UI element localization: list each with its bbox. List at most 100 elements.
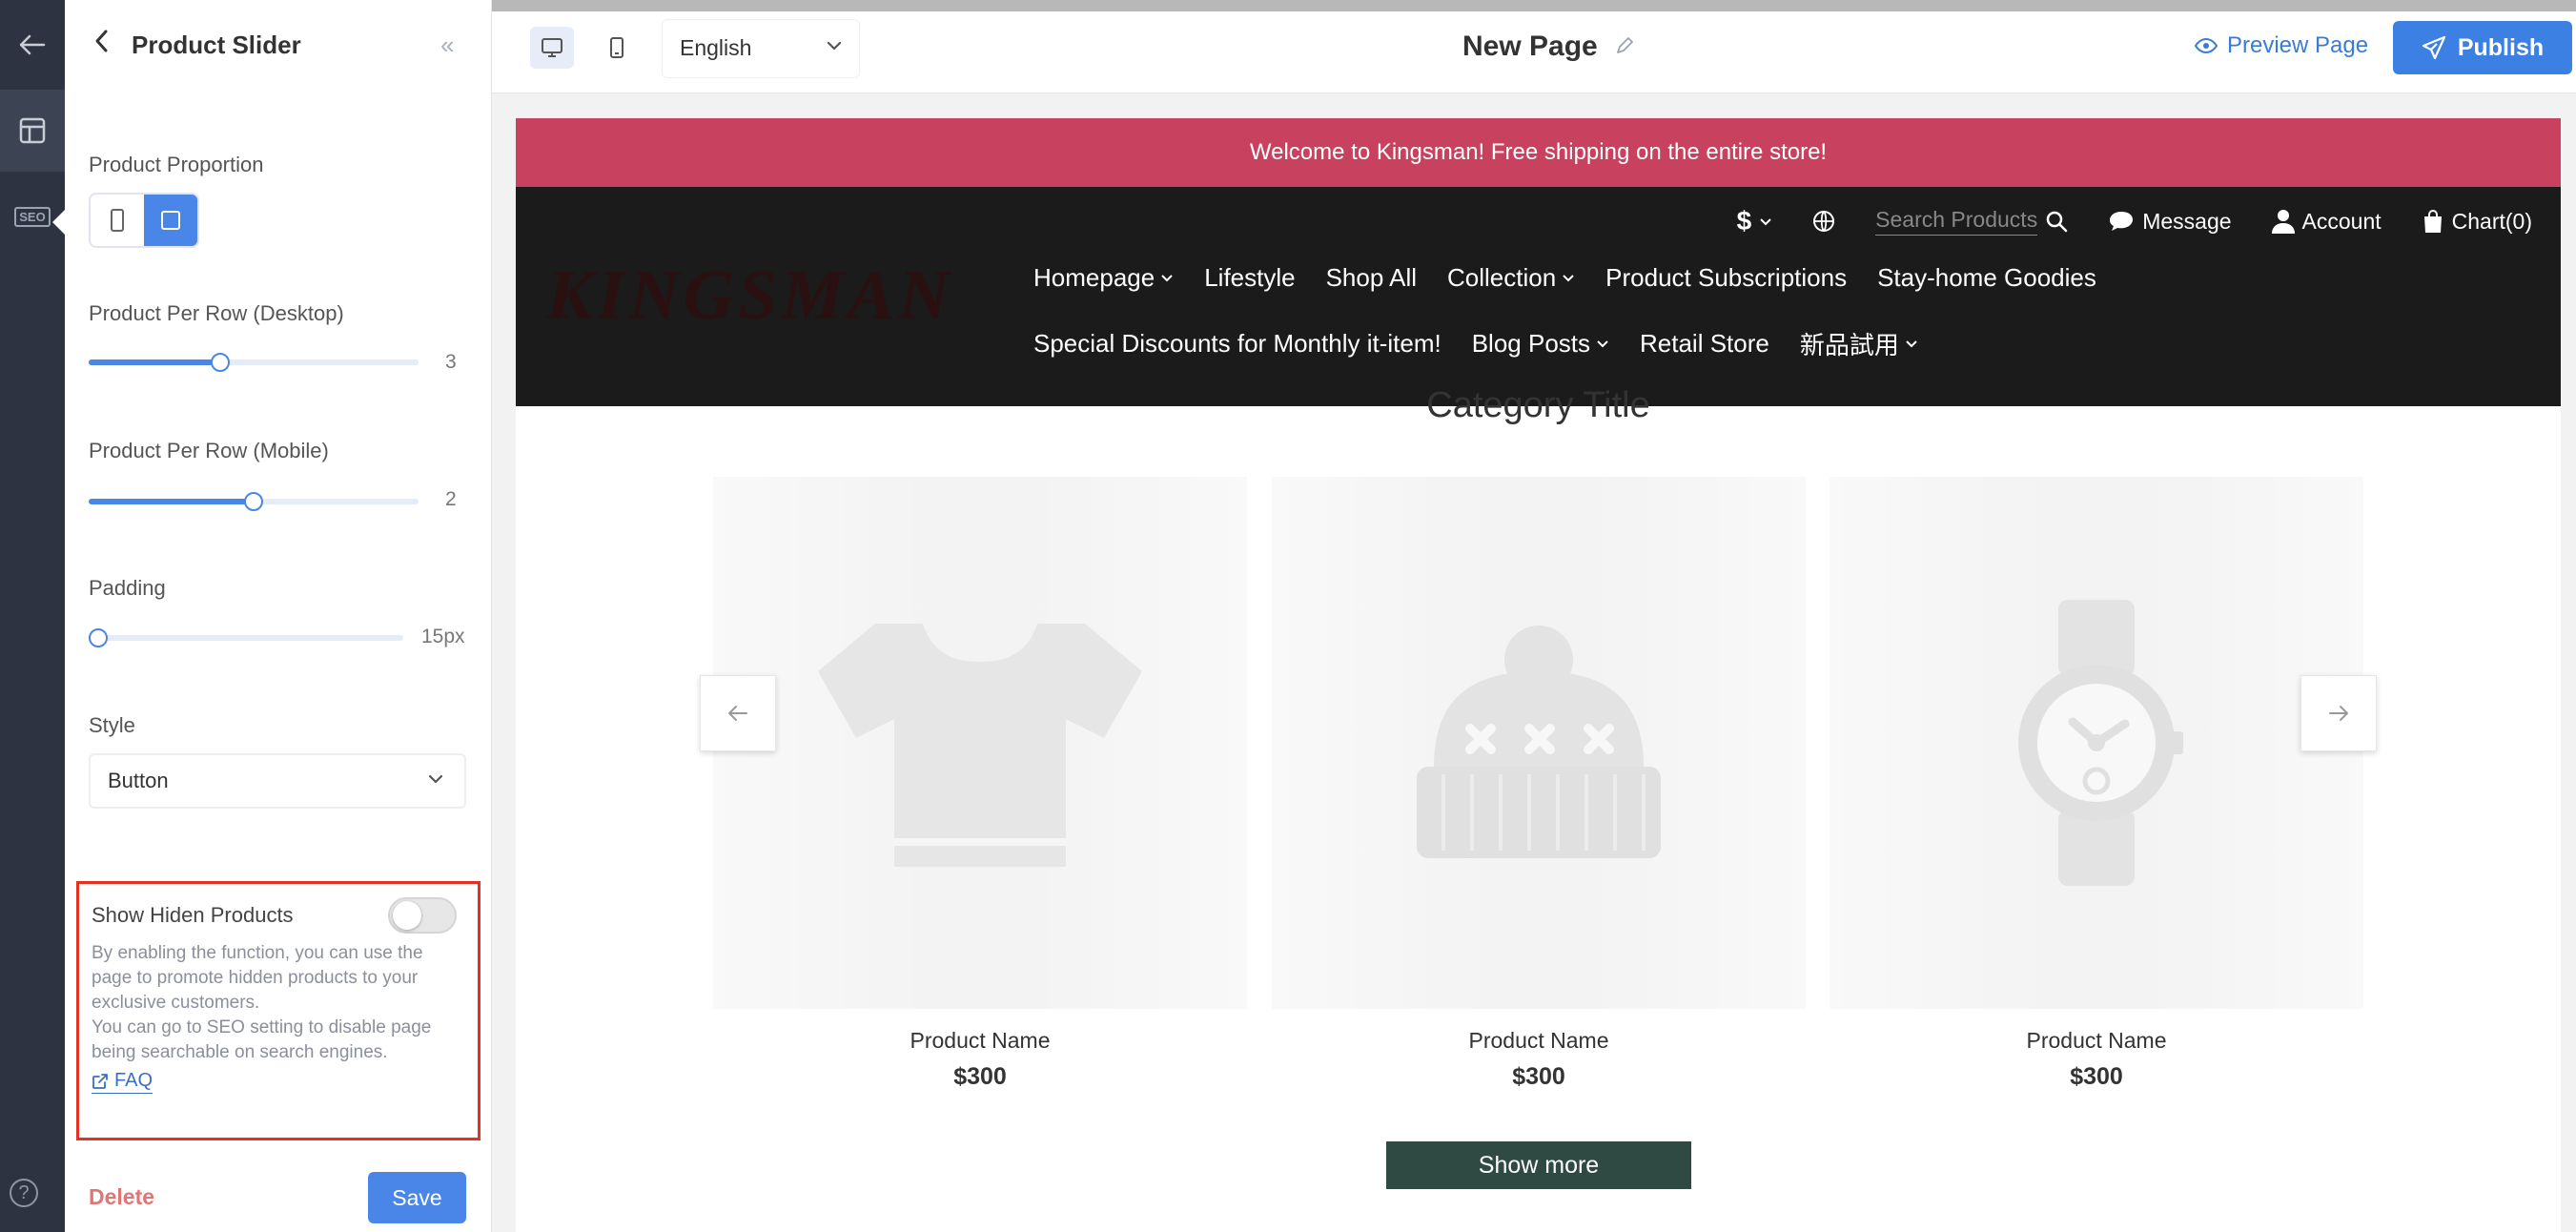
nav-label: Retail Store xyxy=(1640,329,1769,358)
chevron-down-icon xyxy=(428,774,443,784)
nav-item-blog-posts[interactable]: Blog Posts xyxy=(1472,326,1609,361)
proportion-square-option[interactable] xyxy=(144,195,197,246)
product-name: Product Name xyxy=(910,1028,1051,1053)
slider-prev-button[interactable] xyxy=(700,675,776,751)
rail-item-seo[interactable]: SEO xyxy=(0,175,65,257)
nav-label: Stay-home Goodies xyxy=(1877,263,2096,292)
announcement-bar: Welcome to Kingsman! Free shipping on th… xyxy=(516,118,2561,187)
preview-page-link[interactable]: Preview Page xyxy=(2195,32,2368,59)
faq-link[interactable]: FAQ xyxy=(92,1070,153,1094)
nav-label: 新品試用 xyxy=(1799,331,1899,359)
style-select[interactable]: Button xyxy=(89,753,466,809)
style-label: Style xyxy=(89,713,135,737)
slider-next-button[interactable] xyxy=(2300,675,2377,751)
chevron-down-icon xyxy=(827,41,842,51)
beanie-icon xyxy=(1417,626,1661,858)
rail-item-layout[interactable] xyxy=(0,90,66,236)
cart-link[interactable]: Chart(0) xyxy=(2422,209,2532,235)
delete-button[interactable]: Delete xyxy=(89,1184,154,1210)
publish-button[interactable]: Publish xyxy=(2393,21,2572,74)
slider-thumb[interactable] xyxy=(244,492,263,511)
page-title: New Page xyxy=(1462,31,1598,62)
store-nav-row-1: Homepage Lifestyle Shop All Collection P… xyxy=(1033,263,2096,293)
category-title: Category Title xyxy=(1426,385,1650,425)
mobile-view-button[interactable] xyxy=(595,27,639,69)
back-nav-button[interactable] xyxy=(0,4,65,86)
nav-label: Collection xyxy=(1447,263,1557,292)
search-icon[interactable] xyxy=(2045,210,2068,233)
settings-panel: Product Slider « Product Proportion Prod… xyxy=(65,0,492,1232)
padding-value: 15px xyxy=(421,626,465,647)
nav-item-collection[interactable]: Collection xyxy=(1447,263,1575,293)
product-proportion-label: Product Proportion xyxy=(89,153,264,176)
store-header: KINGSMAN $ Search Products Message Accou… xyxy=(516,187,2561,406)
square-icon xyxy=(161,211,180,230)
show-hidden-products-title: Show Hiden Products xyxy=(92,903,294,927)
per-row-mobile-slider[interactable] xyxy=(89,490,419,513)
nav-item-retail-store[interactable]: Retail Store xyxy=(1640,326,1769,361)
product-card[interactable]: Product Name $300 xyxy=(713,477,1247,1091)
show-hidden-products-description: By enabling the function, you can use th… xyxy=(92,941,465,1065)
nav-item-homepage[interactable]: Homepage xyxy=(1033,263,1174,293)
product-card[interactable]: Product Name $300 xyxy=(1830,477,2363,1091)
pencil-icon[interactable] xyxy=(1615,36,1634,55)
eye-icon xyxy=(2195,38,2218,53)
mobile-icon xyxy=(610,37,624,58)
description-line-2: You can go to SEO setting to disable pag… xyxy=(92,1017,432,1062)
external-link-icon xyxy=(92,1073,108,1089)
padding-label: Padding xyxy=(89,576,166,600)
panel-title: Product Slider xyxy=(132,31,301,59)
desktop-icon xyxy=(542,38,562,57)
cart-label: Chart(0) xyxy=(2451,208,2532,234)
nav-item-special-discounts[interactable]: Special Discounts for Monthly it-item! xyxy=(1033,326,1441,361)
chat-bubble-icon xyxy=(2110,212,2134,231)
nav-item-product-subscriptions[interactable]: Product Subscriptions xyxy=(1605,263,1847,293)
per-row-desktop-slider[interactable] xyxy=(89,351,419,374)
arrow-right-icon xyxy=(2329,706,2348,721)
nav-item-new-trial[interactable]: 新品試用 xyxy=(1800,326,1918,361)
nav-item-lifestyle[interactable]: Lifestyle xyxy=(1204,263,1295,293)
store-search-input[interactable]: Search Products xyxy=(1875,207,2038,236)
chevron-down-icon xyxy=(1563,275,1574,282)
product-name: Product Name xyxy=(1468,1028,1609,1053)
per-row-desktop-value: 3 xyxy=(445,351,457,373)
paper-plane-icon xyxy=(2422,35,2445,60)
chevron-down-icon xyxy=(1597,340,1608,348)
slider-thumb[interactable] xyxy=(88,628,108,647)
product-image xyxy=(713,477,1247,1009)
product-name: Product Name xyxy=(2026,1028,2167,1053)
nav-item-shop-all[interactable]: Shop All xyxy=(1326,263,1417,293)
language-value: English xyxy=(680,35,752,60)
app-rail: SEO ? xyxy=(0,0,66,1232)
language-select[interactable]: English xyxy=(662,19,860,78)
message-link[interactable]: Message xyxy=(2108,208,2232,235)
desktop-view-button[interactable] xyxy=(530,27,574,69)
nav-label: Homepage xyxy=(1033,263,1155,292)
portrait-rect-icon xyxy=(111,209,124,232)
chevron-down-icon xyxy=(1760,217,1771,225)
collapse-panel-icon[interactable]: « xyxy=(440,31,454,60)
chevron-left-icon[interactable] xyxy=(93,29,109,53)
nav-item-stay-home-goodies[interactable]: Stay-home Goodies xyxy=(1877,263,2096,293)
save-button[interactable]: Save xyxy=(368,1172,466,1223)
padding-slider[interactable] xyxy=(88,626,403,649)
help-icon[interactable]: ? xyxy=(10,1179,38,1207)
product-price: $300 xyxy=(953,1063,1007,1090)
show-more-button[interactable]: Show more xyxy=(1386,1141,1691,1189)
product-image xyxy=(1830,477,2363,1009)
slider-thumb[interactable] xyxy=(211,353,231,372)
watch-icon xyxy=(2018,600,2183,886)
currency-selector[interactable]: $ xyxy=(1737,206,1773,236)
account-link[interactable]: Account xyxy=(2271,209,2382,235)
page-canvas: Welcome to Kingsman! Free shipping on th… xyxy=(516,118,2561,1232)
globe-icon xyxy=(1813,211,1835,232)
product-card[interactable]: Product Name $300 xyxy=(1272,477,1806,1091)
store-logo[interactable]: KINGSMAN xyxy=(546,256,953,337)
user-icon xyxy=(2271,210,2295,234)
show-hidden-products-toggle[interactable] xyxy=(388,897,457,934)
store-search[interactable]: Search Products xyxy=(1875,207,2068,236)
language-globe[interactable] xyxy=(1812,210,1835,233)
message-label: Message xyxy=(2142,208,2232,234)
per-row-desktop-label: Product Per Row (Desktop) xyxy=(89,301,344,325)
proportion-portrait-option[interactable] xyxy=(91,195,144,246)
